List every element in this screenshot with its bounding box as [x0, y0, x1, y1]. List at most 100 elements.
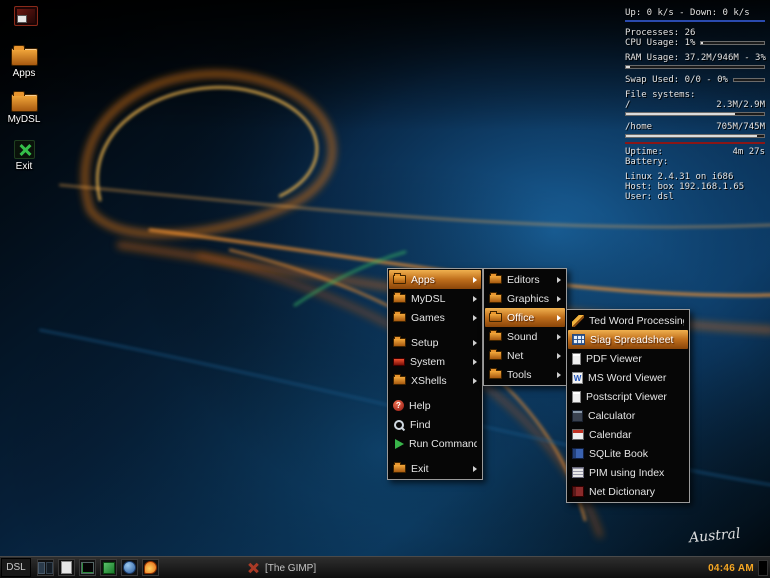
submenu-arrow-icon	[557, 277, 561, 283]
folder-icon	[393, 294, 406, 303]
dictionary-icon	[572, 486, 584, 497]
menu-item-tools[interactable]: Tools	[485, 365, 565, 384]
submenu-arrow-icon	[473, 466, 477, 472]
magnifier-icon	[393, 419, 405, 431]
menu-item-xshells[interactable]: XShells	[389, 371, 481, 390]
menu-item-exit[interactable]: Exit	[389, 459, 481, 478]
workspace-label[interactable]: DSL	[1, 558, 31, 577]
submenu-arrow-icon	[473, 340, 477, 346]
kernel-line: Linux 2.4.31 on i686	[625, 172, 765, 182]
ram-usage-line: RAM Usage: 37.2M/946M - 3%	[625, 53, 765, 63]
desktop-icon-mydsl[interactable]: MyDSL	[2, 94, 46, 125]
menu-item-setup[interactable]: Setup	[389, 333, 481, 352]
desktop-icon-apps[interactable]: Apps	[2, 48, 46, 79]
calendar-icon	[572, 429, 584, 440]
pencil-icon	[572, 315, 584, 327]
menu-item-ms-word-viewer[interactable]: MS Word Viewer	[568, 368, 688, 387]
task-label: [The GIMP]	[265, 563, 316, 574]
fs-home-bar	[625, 134, 765, 138]
menu-item-sqlite-book[interactable]: SQLite Book	[568, 444, 688, 463]
submenu-arrow-icon	[473, 359, 477, 365]
desktop: Apps MyDSL Exit Up: 0 k/s - Down: 0 k/s …	[0, 0, 770, 578]
menu-item-mydsl[interactable]: MyDSL	[389, 289, 481, 308]
office-submenu: Ted Word Processing Siag Spreadsheet PDF…	[566, 309, 690, 503]
net-speed-line: Up: 0 k/s - Down: 0 k/s	[625, 8, 765, 18]
desktop-icon-label: Exit	[16, 161, 33, 172]
system-tray	[758, 560, 768, 576]
taskbar-launchers	[37, 559, 159, 576]
menu-item-graphics[interactable]: Graphics	[485, 289, 565, 308]
menu-item-find[interactable]: Find	[389, 415, 481, 434]
index-card-icon	[572, 467, 584, 478]
system-icon	[393, 358, 405, 366]
menu-item-apps[interactable]: Apps	[389, 270, 481, 289]
submenu-arrow-icon	[473, 277, 477, 283]
folder-icon	[11, 48, 38, 66]
help-icon	[393, 400, 404, 411]
menu-item-calendar[interactable]: Calendar	[568, 425, 688, 444]
menu-item-sound[interactable]: Sound	[485, 327, 565, 346]
menu-item-editors[interactable]: Editors	[485, 270, 565, 289]
task-button-gimp[interactable]: [The GIMP]	[247, 557, 316, 578]
host-line: Host: box 192.168.1.65	[625, 182, 765, 192]
folder-icon	[393, 376, 406, 385]
menu-item-ted-word-processing[interactable]: Ted Word Processing	[568, 311, 688, 330]
swap-usage-bar	[733, 78, 765, 82]
menu-item-games[interactable]: Games	[389, 308, 481, 327]
folder-icon	[489, 351, 502, 360]
apps-submenu: Editors Graphics Office Sound Net Tools	[483, 268, 567, 386]
folder-icon	[11, 94, 38, 112]
battery-line: Battery:	[625, 157, 765, 167]
cpu-usage-bar	[700, 41, 765, 45]
submenu-arrow-icon	[557, 296, 561, 302]
menu-item-calculator[interactable]: Calculator	[568, 406, 688, 425]
menu-item-pim-using-index[interactable]: PIM using Index	[568, 463, 688, 482]
desktop-icon-exit[interactable]: Exit	[2, 140, 46, 172]
desktop-icon-label: Apps	[13, 68, 36, 79]
menu-item-net[interactable]: Net	[485, 346, 565, 365]
pager-icon[interactable]	[37, 559, 54, 576]
spreadsheet-icon	[572, 334, 585, 345]
document-icon[interactable]	[58, 559, 75, 576]
browser-icon[interactable]	[142, 559, 159, 576]
menu-item-siag-spreadsheet[interactable]: Siag Spreadsheet	[568, 330, 688, 349]
desktop-icon-label: MyDSL	[8, 114, 41, 125]
desktop-icon-app-window[interactable]	[4, 6, 48, 28]
taskbar: DSL [The GIMP] 04:46 AM	[0, 556, 770, 578]
menu-item-postscript-viewer[interactable]: Postscript Viewer	[568, 387, 688, 406]
submenu-arrow-icon	[557, 315, 561, 321]
app-window-icon	[14, 6, 38, 26]
menu-item-pdf-viewer[interactable]: PDF Viewer	[568, 349, 688, 368]
user-line: User: dsl	[625, 192, 765, 202]
exit-icon	[14, 140, 35, 159]
submenu-arrow-icon	[557, 334, 561, 340]
clock: 04:46 AM	[708, 557, 754, 578]
folder-icon	[393, 338, 406, 347]
folder-icon	[393, 275, 406, 284]
folder-icon	[489, 294, 502, 303]
book-icon	[572, 448, 584, 459]
x-window-icon	[247, 562, 259, 574]
document-icon	[572, 391, 581, 403]
menu-item-system[interactable]: System	[389, 352, 481, 371]
fs-home-line: /home705M/745M	[625, 122, 765, 132]
folder-icon	[393, 464, 406, 473]
package-icon[interactable]	[100, 559, 117, 576]
document-icon	[572, 353, 581, 365]
cpu-usage-line: CPU Usage: 1%	[625, 38, 765, 48]
terminal-icon[interactable]	[79, 559, 96, 576]
globe-icon[interactable]	[121, 559, 138, 576]
divider	[625, 20, 765, 22]
menu-item-net-dictionary[interactable]: Net Dictionary	[568, 482, 688, 501]
submenu-arrow-icon	[473, 378, 477, 384]
folder-icon	[489, 275, 502, 284]
menu-item-office[interactable]: Office	[485, 308, 565, 327]
filesystems-header: File systems:	[625, 90, 765, 100]
submenu-arrow-icon	[473, 315, 477, 321]
folder-icon	[393, 313, 406, 322]
menu-item-help[interactable]: Help	[389, 396, 481, 415]
main-menu: Apps MyDSL Games Setup System XShells	[387, 268, 483, 480]
menu-item-run-command[interactable]: Run Command	[389, 434, 481, 453]
word-document-icon	[572, 372, 583, 384]
fs-root-bar	[625, 112, 765, 116]
